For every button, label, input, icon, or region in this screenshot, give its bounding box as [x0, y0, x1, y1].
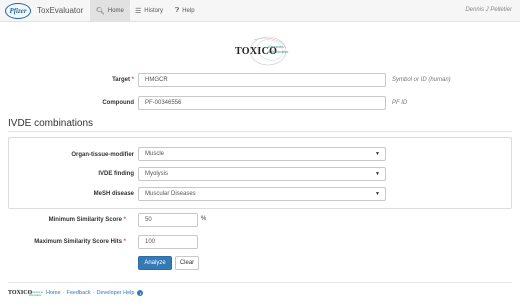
target-input-value: HMGCR [145, 77, 168, 83]
max-hits-label-text: Maximum Similarity Score Hits [34, 239, 122, 245]
footer-logo-sub: Genomics & Informatics [29, 291, 43, 297]
footer-separator: · [92, 290, 95, 296]
min-similarity-label-text: Minimum Similarity Score [48, 217, 122, 223]
nav-tab-history-label: History [144, 7, 163, 14]
mesh-select-value: Muscular Diseases [145, 191, 196, 197]
compound-label: Compound [102, 100, 134, 106]
footer-toxico-logo: TOXICO Genomics & Informatics [8, 289, 44, 301]
toxico-logo-sub2: & Informatics [268, 50, 289, 54]
compound-hint: PF ID [392, 100, 408, 106]
finding-select-value: Myolysis [145, 171, 169, 177]
target-hint: Symbol or ID (human) [392, 77, 451, 83]
caret-down-icon: ▼ [375, 171, 380, 177]
min-similarity-input[interactable]: 50 [138, 213, 198, 227]
caret-down-icon: ▼ [375, 151, 380, 157]
question-circle-icon: ❓︎ [175, 6, 180, 14]
footer-separator: · [62, 290, 65, 296]
nav-tab-home[interactable]: 🔍︎ Home [90, 0, 130, 21]
compound-input[interactable]: PF-00346556 [138, 96, 386, 110]
analyze-button[interactable]: Analyze [138, 256, 172, 270]
pfizer-logo[interactable]: Pfizer [5, 3, 31, 19]
max-hits-value: 100 [145, 239, 156, 245]
organ-select[interactable]: Muscle ▼ [138, 147, 386, 161]
finding-select[interactable]: Myolysis ▼ [138, 167, 386, 181]
footer-link-developer-help[interactable]: Developer Help [97, 290, 135, 296]
top-navbar: Pfizer ToxEvaluator 🔍︎ Home ☰ History ❓︎… [0, 0, 520, 22]
toxico-logo: TOXICO Genomics & Informatics [230, 34, 292, 68]
min-similarity-value: 50 [145, 217, 152, 223]
footer-links: Home · Feedback · Developer Help i [46, 290, 144, 296]
percent-unit: % [201, 216, 207, 222]
footer-divider [8, 282, 512, 283]
nav-tab-history[interactable]: ☰ History [131, 0, 171, 21]
max-hits-required-mark: * [123, 239, 126, 245]
ivde-section-title: IVDE combinations [8, 118, 94, 129]
nav-tab-help-label: Help [182, 7, 195, 14]
caret-down-icon: ▼ [375, 191, 380, 197]
footer-link-feedback[interactable]: Feedback [67, 290, 91, 296]
max-hits-input[interactable]: 100 [138, 235, 198, 249]
min-similarity-label: Minimum Similarity Score * [49, 217, 126, 223]
mesh-label: MeSH disease [93, 191, 134, 197]
footer-link-home[interactable]: Home [46, 290, 61, 296]
organ-select-value: Muscle [145, 151, 165, 157]
list-icon: ☰ [135, 7, 142, 15]
section-divider [8, 131, 512, 132]
compound-input-value: PF-00346556 [145, 100, 182, 106]
min-similarity-required-mark: * [123, 217, 126, 223]
target-required-mark: * [131, 77, 134, 83]
nav-tab-help[interactable]: ❓︎ Help [171, 0, 205, 21]
clear-button[interactable]: Clear [175, 256, 199, 270]
mesh-select[interactable]: Muscular Diseases ▼ [138, 187, 386, 201]
target-label: Target * [112, 77, 134, 83]
info-icon[interactable]: i [137, 290, 144, 296]
target-label-text: Target [112, 77, 130, 83]
app-name[interactable]: ToxEvaluator [37, 6, 83, 15]
finding-label: IVDE finding [98, 171, 134, 177]
nav-tab-home-label: Home [107, 7, 124, 14]
search-icon: 🔍︎ [96, 7, 105, 15]
organ-label: Organ-tissue-modifier [71, 152, 134, 158]
toxico-logo-sub1: Genomics [268, 45, 284, 49]
target-input[interactable]: HMGCR [138, 73, 386, 87]
max-hits-label: Maximum Similarity Score Hits * [34, 239, 126, 245]
pfizer-logo-text: Pfizer [9, 7, 27, 15]
user-name[interactable]: Dennis J Pelletier [465, 7, 512, 13]
